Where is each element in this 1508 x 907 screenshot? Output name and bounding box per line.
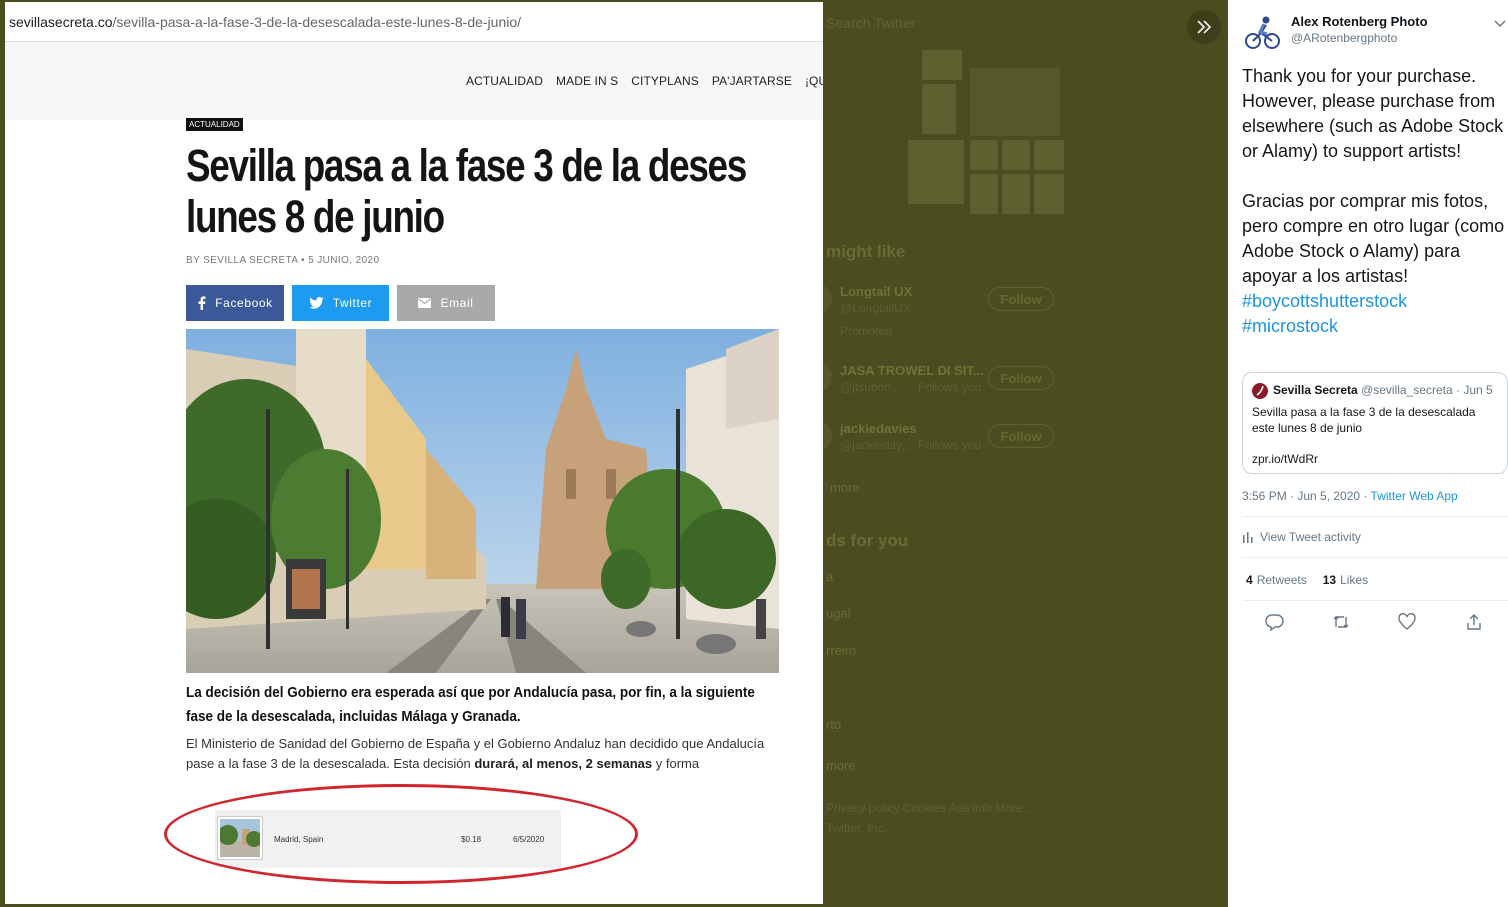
share-email-button[interactable]: Email bbox=[397, 285, 495, 321]
retweets-stat[interactable]: 4 Retweets bbox=[1246, 573, 1307, 587]
quote-link: zpr.io/tWdRr bbox=[1252, 452, 1319, 466]
bg-suggestion-handle: @jackieday... bbox=[840, 438, 912, 452]
bg-section-heading: might like bbox=[826, 242, 906, 261]
url-text[interactable]: sevillasecreta.co/sevilla-pasa-a-la-fase… bbox=[9, 14, 521, 30]
bg-show-more[interactable]: more bbox=[826, 758, 856, 773]
author-handle[interactable]: @ARotenbergphoto bbox=[1291, 31, 1397, 45]
article-lede: La decisión del Gobierno era esperada as… bbox=[186, 684, 755, 725]
article-headline: Sevilla pasa a la fase 3 de la deses lun… bbox=[186, 140, 747, 242]
bg-trend-item[interactable]: rto bbox=[826, 717, 841, 732]
article-photo bbox=[186, 329, 779, 673]
bg-trends-heading: ds for you bbox=[826, 531, 909, 550]
nav-item-made-in[interactable]: MADE IN S bbox=[556, 74, 618, 88]
tweet-timestamp: 3:56 PM · Jun 5, 2020 · Twitter Web App bbox=[1242, 489, 1458, 503]
divider bbox=[1242, 516, 1508, 517]
share-facebook-button[interactable]: Facebook bbox=[186, 285, 284, 321]
bg-search-placeholder: Search Twitter bbox=[826, 15, 916, 31]
quote-text: Sevilla pasa a la fase 3 de la desescala… bbox=[1252, 405, 1476, 435]
bg-follow-button[interactable]: Follow bbox=[988, 287, 1054, 311]
bg-show-more[interactable]: more bbox=[830, 480, 860, 495]
author-name[interactable]: Alex Rotenberg Photo bbox=[1291, 14, 1428, 29]
bg-suggestion-meta: Follows you bbox=[918, 438, 982, 452]
quoted-tweet[interactable]: Sevilla Secreta @sevilla_secreta · Jun 5… bbox=[1242, 372, 1508, 474]
nav-item-cityplans[interactable]: CITYPLANS bbox=[631, 74, 699, 88]
source-app-link[interactable]: Twitter Web App bbox=[1371, 489, 1458, 503]
divider bbox=[1242, 557, 1508, 558]
share-icon[interactable] bbox=[1464, 612, 1484, 632]
tweet-panel: Alex Rotenberg Photo @ARotenbergphoto Th… bbox=[1228, 0, 1508, 907]
nav-item-que-arte[interactable]: ¡QUÉ ARTE bbox=[805, 74, 823, 88]
quote-date: · Jun 5 bbox=[1455, 383, 1493, 397]
chevron-down-icon[interactable] bbox=[1494, 15, 1506, 33]
bg-suggestion-handle: @jtsubon... bbox=[840, 380, 901, 394]
quote-avatar bbox=[1252, 383, 1268, 399]
quote-header: Sevilla Secreta @sevilla_secreta · Jun 5 bbox=[1273, 383, 1493, 397]
bg-trend-item[interactable]: a bbox=[826, 569, 833, 584]
analytics-icon bbox=[1243, 532, 1253, 543]
nav-item-actualidad[interactable]: ACTUALIDAD bbox=[466, 74, 543, 88]
hashtag-link[interactable]: #microstock bbox=[1242, 314, 1508, 339]
bg-suggestion-name[interactable]: JASA TROWEL DI SIT... bbox=[840, 363, 984, 378]
hashtag-link[interactable]: #boycottshutterstock bbox=[1242, 289, 1508, 314]
quote-author-handle: @sevilla_secreta bbox=[1361, 383, 1453, 397]
email-icon bbox=[418, 298, 432, 308]
bg-suggestion-meta: Promoted bbox=[840, 324, 893, 338]
bg-suggestion-meta: Follows you bbox=[918, 380, 982, 394]
quote-author-name: Sevilla Secreta bbox=[1273, 383, 1358, 397]
annotation-oval bbox=[164, 784, 638, 884]
expand-icon[interactable] bbox=[1187, 10, 1221, 44]
article-byline: BY SEVILLA SECRETA • 5 JUNIO, 2020 bbox=[186, 255, 380, 266]
bg-footer-links[interactable]: Privacy policy Cookies Ads info More ... bbox=[826, 801, 1036, 815]
facebook-icon bbox=[198, 296, 206, 310]
bg-follow-button[interactable]: Follow bbox=[988, 366, 1054, 390]
reply-icon[interactable] bbox=[1265, 612, 1285, 632]
category-badge[interactable]: ACTUALIDAD bbox=[186, 118, 243, 131]
bg-suggestion-handle: @LongtailUX bbox=[840, 301, 911, 315]
twitter-icon bbox=[309, 297, 324, 309]
bg-suggestion-name[interactable]: jackiedavies bbox=[840, 421, 917, 436]
likes-stat[interactable]: 13 Likes bbox=[1323, 573, 1368, 587]
share-twitter-button[interactable]: Twitter bbox=[292, 285, 389, 321]
bg-follow-button[interactable]: Follow bbox=[988, 424, 1054, 448]
tweet-text: Thank you for your purchase. However, pl… bbox=[1242, 64, 1508, 339]
bg-media-grid bbox=[840, 48, 1066, 218]
bg-footer-copy: Twitter, Inc. bbox=[826, 821, 887, 835]
article-body: El Ministerio de Sanidad del Gobierno de… bbox=[186, 736, 765, 771]
nav-item-pajartarse[interactable]: PA'JARTARSE bbox=[712, 74, 792, 88]
like-icon[interactable] bbox=[1397, 612, 1417, 632]
address-bar[interactable]: sevillasecreta.co/sevilla-pasa-a-la-fase… bbox=[5, 2, 823, 42]
tweet-text-en: Thank you for your purchase. However, pl… bbox=[1242, 66, 1504, 161]
bg-trend-item[interactable]: rreiro bbox=[826, 643, 856, 658]
divider bbox=[1242, 600, 1508, 601]
view-activity-link[interactable]: View Tweet activity bbox=[1242, 530, 1361, 544]
article-screenshot: sevillasecreta.co/sevilla-pasa-a-la-fase… bbox=[5, 2, 823, 904]
avatar[interactable] bbox=[1242, 11, 1282, 51]
tweet-stats: 4 Retweets 13 Likes bbox=[1246, 573, 1368, 587]
site-nav: ACTUALIDAD MADE IN S CITYPLANS PA'JARTAR… bbox=[5, 42, 823, 120]
bg-trend-item[interactable]: ugal bbox=[826, 606, 851, 621]
tweet-text-es: Gracias por comprar mis fotos, pero comp… bbox=[1242, 191, 1505, 286]
retweet-icon[interactable] bbox=[1331, 612, 1351, 632]
bg-suggestion-name[interactable]: Longtail UX bbox=[840, 284, 912, 299]
